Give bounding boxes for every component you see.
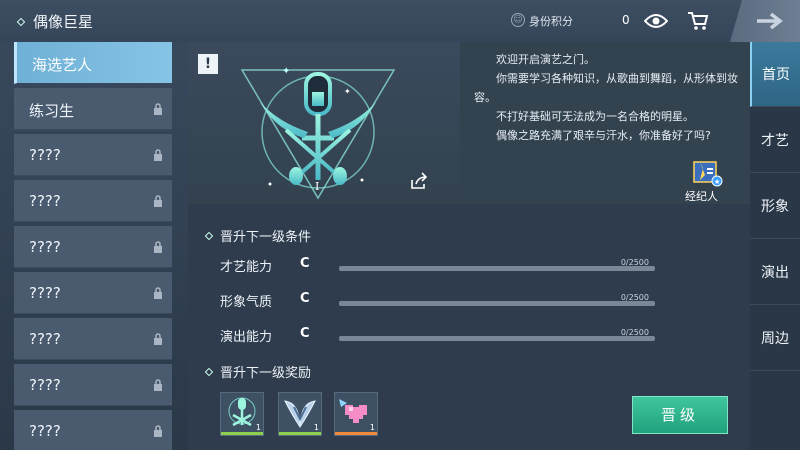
- score-label: 身份积分: [529, 15, 573, 28]
- diamond-icon: [16, 17, 26, 27]
- stat-count: 0/2500: [620, 293, 649, 302]
- tab-home[interactable]: 首页: [750, 42, 800, 107]
- agent-label: 经纪人: [685, 190, 718, 203]
- stat-grade: C: [300, 256, 310, 271]
- center-panel: ! ✦ ✦ I 欢迎开启演艺之门。 你需要学习各种知识，从歌曲到舞蹈，从形体到妆…: [188, 42, 750, 450]
- career-item[interactable]: ????: [14, 180, 172, 222]
- stat-name: 演出能力: [220, 330, 273, 345]
- description-line: 你需要学习各种知识，从歌曲到舞蹈，从形体到妆容。: [474, 72, 738, 104]
- career-item[interactable]: ????: [14, 318, 172, 360]
- description-line: 偶像之路充满了艰辛与汗水，你准备好了吗?: [496, 129, 711, 142]
- identity-icon: ☺: [511, 13, 525, 27]
- career-item[interactable]: ????: [14, 226, 172, 268]
- stat-progress-bar: 0/2500: [339, 293, 655, 306]
- arrow-right-icon: [757, 12, 783, 30]
- career-label: ????: [29, 146, 61, 164]
- career-label: 练习生: [29, 102, 75, 120]
- eye-icon: [644, 14, 668, 28]
- top-bar: 偶像巨星 ☺ 身份积分 0: [0, 0, 800, 42]
- career-label: ????: [29, 330, 61, 348]
- eye-button[interactable]: [643, 9, 669, 33]
- emblem-level-numeral: I: [315, 180, 319, 193]
- right-tab-bar: 首页 才艺 形象 演出 周边: [750, 42, 800, 450]
- score-value: 0: [622, 13, 630, 27]
- lock-icon: [154, 195, 162, 207]
- career-list: 海选艺人 练习生 ???? ???? ???? ???? ???? ???? ?…: [14, 42, 172, 450]
- page-title: 偶像巨星: [33, 13, 94, 31]
- career-label: ????: [29, 238, 61, 256]
- stat-name: 形象气质: [220, 295, 273, 310]
- career-label: ????: [29, 376, 61, 394]
- career-item[interactable]: ????: [14, 364, 172, 406]
- career-item[interactable]: 海选艺人: [14, 42, 172, 84]
- rewards-heading: 晋升下一级奖励: [204, 362, 311, 381]
- tab-merch[interactable]: 周边: [750, 306, 800, 371]
- reward-qty: 1: [313, 423, 319, 432]
- rarity-strip: [335, 432, 377, 435]
- career-item[interactable]: ????: [14, 410, 172, 450]
- reward-item[interactable]: 1: [220, 392, 264, 436]
- description-line: 欢迎开启演艺之门。: [496, 53, 595, 66]
- tab-image[interactable]: 形象: [750, 174, 800, 239]
- career-item[interactable]: 练习生: [14, 88, 172, 130]
- stat-row: 形象气质 C 0/2500: [220, 291, 660, 311]
- upgrade-button[interactable]: 晋级: [632, 396, 728, 434]
- career-emblem-icon: ✦ ✦ I: [240, 66, 396, 200]
- career-item[interactable]: ????: [14, 272, 172, 314]
- reward-qty: 1: [369, 423, 375, 432]
- career-label: ????: [29, 284, 61, 302]
- svg-text:✦: ✦: [344, 87, 351, 96]
- lock-icon: [154, 241, 162, 253]
- rarity-strip: [279, 432, 321, 435]
- agent-badge-icon: ★: [693, 161, 723, 187]
- career-label: 海选艺人: [32, 56, 93, 74]
- career-label: ????: [29, 422, 61, 440]
- tab-performance[interactable]: 演出: [750, 240, 800, 305]
- lock-icon: [154, 287, 162, 299]
- lock-icon: [154, 379, 162, 391]
- reward-item[interactable]: 1: [278, 392, 322, 436]
- lock-icon: [154, 425, 162, 437]
- stat-count: 0/2500: [620, 328, 649, 337]
- cart-button[interactable]: [685, 9, 711, 33]
- lock-icon: [154, 333, 162, 345]
- alert-button[interactable]: !: [198, 54, 218, 74]
- reward-qty: 1: [255, 423, 261, 432]
- reward-item[interactable]: 1: [334, 392, 378, 436]
- career-item[interactable]: ????: [14, 134, 172, 176]
- stat-row: 演出能力 C 0/2500: [220, 326, 660, 346]
- stat-grade: C: [300, 326, 310, 341]
- diamond-icon: [204, 231, 214, 240]
- lock-icon: [154, 149, 162, 161]
- rarity-strip: [221, 432, 263, 435]
- stat-row: 才艺能力 C 0/2500: [220, 256, 660, 276]
- stat-progress-bar: 0/2500: [339, 258, 655, 271]
- emblem-area: ! ✦ ✦ I: [188, 42, 460, 204]
- conditions-heading: 晋升下一级条件: [204, 226, 311, 245]
- career-label: ????: [29, 192, 61, 210]
- cart-icon: [688, 12, 709, 30]
- stat-grade: C: [300, 291, 310, 306]
- back-button[interactable]: [730, 0, 800, 42]
- lock-icon: [154, 103, 162, 115]
- stat-progress-bar: 0/2500: [339, 328, 655, 341]
- stat-name: 才艺能力: [220, 260, 273, 275]
- share-icon[interactable]: [410, 172, 428, 190]
- svg-text:✦: ✦: [282, 66, 290, 77]
- description-line: 不打好基础可无法成为一名合格的明星。: [496, 110, 694, 123]
- stat-count: 0/2500: [620, 258, 649, 267]
- tab-talent[interactable]: 才艺: [750, 108, 800, 173]
- svg-text:★: ★: [714, 178, 720, 186]
- diamond-icon: [204, 367, 214, 376]
